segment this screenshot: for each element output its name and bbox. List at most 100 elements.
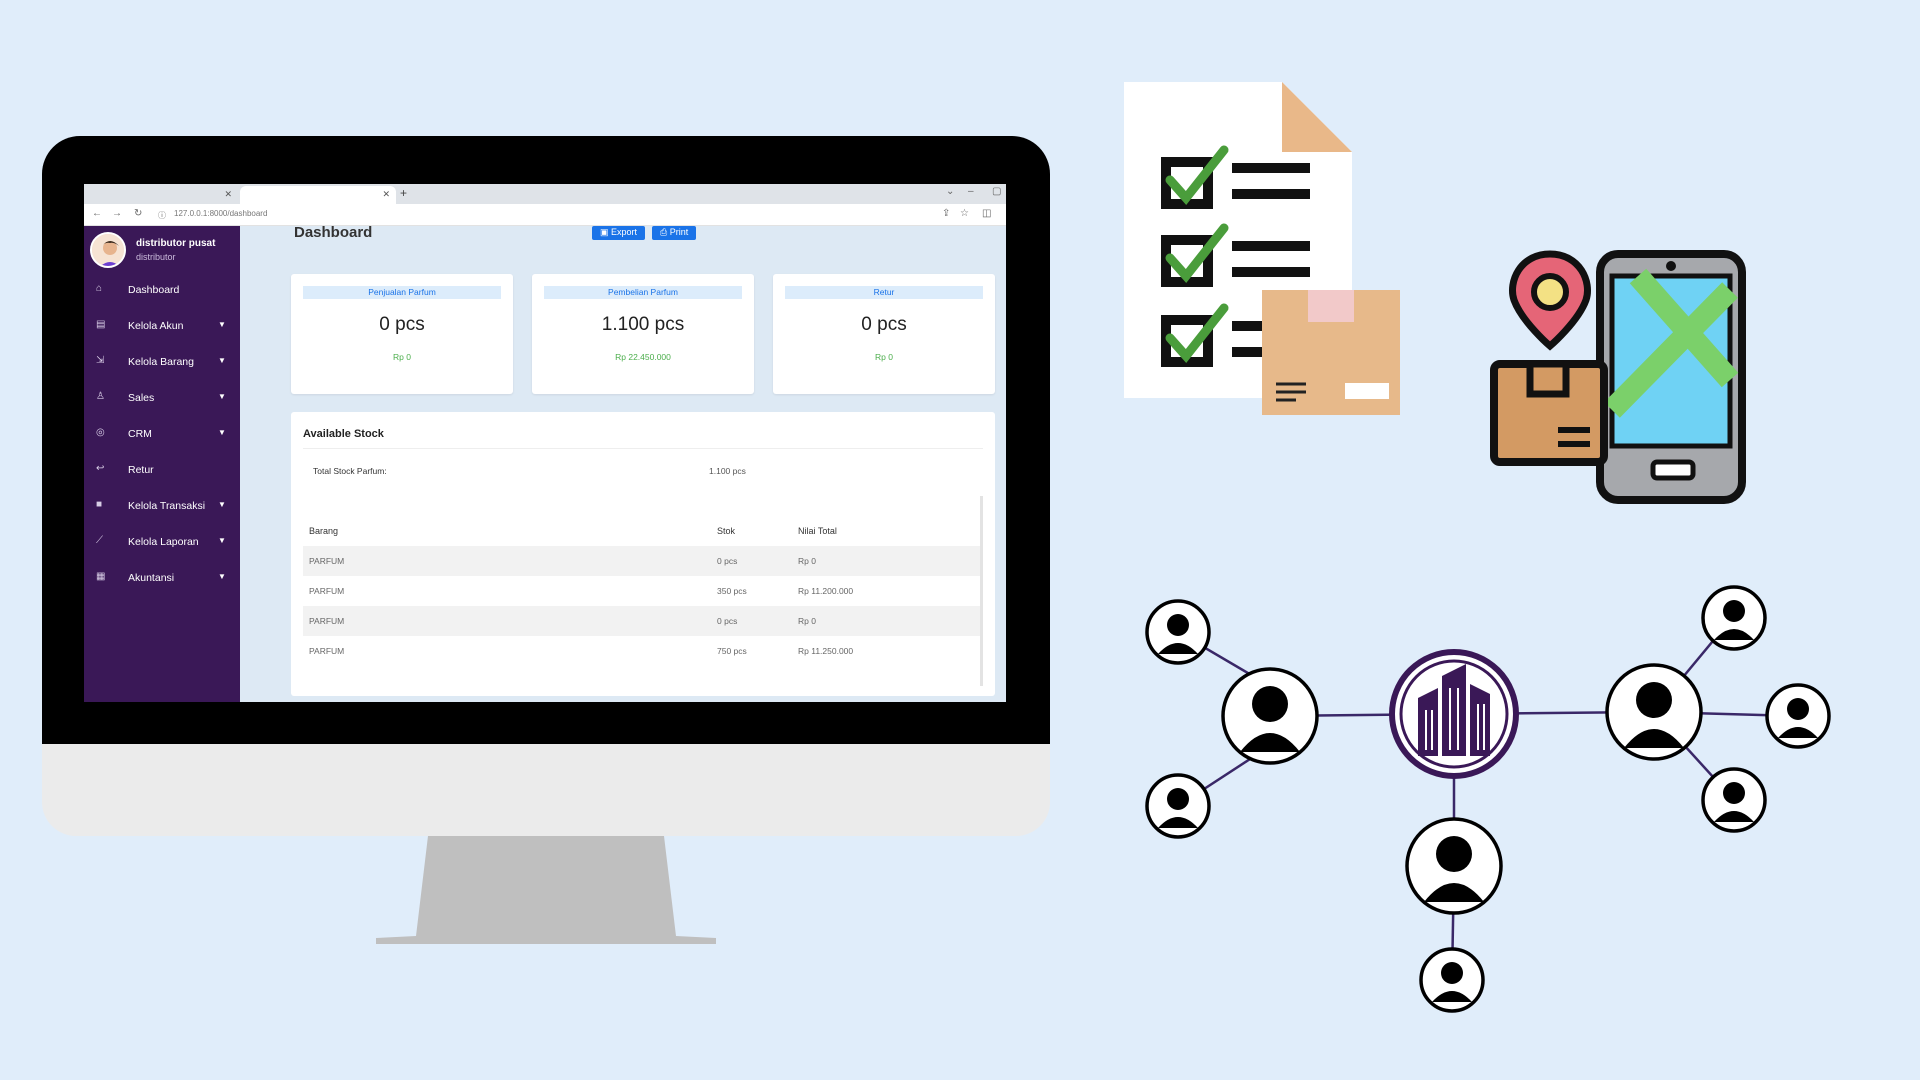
stat-card-header: Retur <box>785 286 983 299</box>
cell-item: PARFUM <box>309 646 345 656</box>
forward-icon[interactable]: → <box>112 208 122 219</box>
stat-card-header: Penjualan Parfum <box>303 286 501 299</box>
sidebar-item-kelola-akun[interactable]: ▤ Kelola Akun ▼ <box>84 314 240 338</box>
cell-item: PARFUM <box>309 556 345 566</box>
page-title: Dashboard <box>294 224 373 241</box>
sidebar-item-kelola-transaksi[interactable]: ■ Kelola Transaksi ▼ <box>84 494 240 518</box>
share-icon[interactable]: ⇪ <box>942 208 950 219</box>
divider <box>303 448 983 449</box>
cell-total: Rp 0 <box>798 556 816 566</box>
account-icon: ▤ <box>96 319 106 330</box>
sidebar-item-sales[interactable]: ♙ Sales ▼ <box>84 386 240 410</box>
cell-stock: 350 pcs <box>717 586 747 596</box>
total-stock-value: 1.100 pcs <box>709 466 746 476</box>
close-tab-icon[interactable]: ✕ <box>382 189 390 200</box>
caret-down-icon: ▼ <box>218 320 226 329</box>
minimize-icon[interactable]: – <box>968 186 974 197</box>
company-building-icon <box>1389 649 1519 779</box>
return-icon: ↩ <box>96 463 105 474</box>
sidebar-item-label: Retur <box>128 464 154 476</box>
browser-tab-bar: ✕ ✕ + ⌄ – ▢ <box>84 184 1006 204</box>
delivery-tracking-phone-icon <box>1490 250 1746 504</box>
monitor: ✕ ✕ + ⌄ – ▢ ← → ↻ ⓘ 127.0.0.1:8000/dashb… <box>42 136 1050 836</box>
stat-card-penjualan: Penjualan Parfum 0 pcs Rp 0 <box>291 274 513 394</box>
checklist-document-icon <box>1124 82 1400 415</box>
avatar[interactable] <box>90 232 126 268</box>
column-header-barang[interactable]: Barang <box>309 526 338 536</box>
sidebar-item-label: Kelola Transaksi <box>128 500 206 512</box>
stock-table: Barang Stok Nilai Total PARFUM 0 pcs Rp … <box>303 496 983 686</box>
cell-stock: 750 pcs <box>717 646 747 656</box>
site-info-icon[interactable]: ⓘ <box>158 210 166 221</box>
table-row: PARFUM 350 pcs Rp 11.200.000 <box>303 576 980 606</box>
sidebar-item-label: Kelola Barang <box>128 356 194 368</box>
browser-tab[interactable]: ✕ <box>88 186 238 204</box>
column-header-nilai-total[interactable]: Nilai Total <box>798 526 837 536</box>
new-tab-icon[interactable]: + <box>400 186 407 200</box>
back-icon[interactable]: ← <box>92 208 102 219</box>
avatar-image <box>92 234 124 266</box>
cell-item: PARFUM <box>309 586 345 596</box>
sidepanel-icon[interactable]: ◫ <box>982 208 991 219</box>
sidebar-item-dashboard[interactable]: ⌂ Dashboard <box>84 278 240 302</box>
available-stock-card: Available Stock Total Stock Parfum: 1.10… <box>291 412 995 696</box>
url-input[interactable]: 127.0.0.1:8000/dashboard <box>174 209 267 218</box>
caret-down-icon: ▼ <box>218 500 226 509</box>
sidebar-item-label: Akuntansi <box>128 572 175 584</box>
sidebar-item-crm[interactable]: ◎ CRM ▼ <box>84 422 240 446</box>
caret-down-icon: ▼ <box>218 356 226 365</box>
column-header-stok[interactable]: Stok <box>717 526 735 536</box>
export-icon: ▣ <box>600 227 612 237</box>
stat-card-header: Pembelian Parfum <box>544 286 742 299</box>
caret-down-icon: ▼ <box>218 572 226 581</box>
bookmark-star-icon[interactable]: ☆ <box>960 208 969 219</box>
table-row: PARFUM 0 pcs Rp 0 <box>303 546 980 576</box>
stat-card-value: 1.100 pcs <box>601 314 685 335</box>
close-tab-icon[interactable]: ✕ <box>224 189 232 200</box>
cell-total: Rp 0 <box>798 616 816 626</box>
chevron-down-icon[interactable]: ⌄ <box>946 186 954 197</box>
monitor-screen: ✕ ✕ + ⌄ – ▢ ← → ↻ ⓘ 127.0.0.1:8000/dashb… <box>84 184 1006 702</box>
stat-card-amount: Rp 0 <box>393 352 411 362</box>
sidebar-item-retur[interactable]: ↩ Retur <box>84 458 240 482</box>
sidebar-item-label: CRM <box>128 428 152 440</box>
stat-card-pembelian: Pembelian Parfum 1.100 pcs Rp 22.450.000 <box>532 274 754 394</box>
monitor-chin <box>42 744 1050 836</box>
cell-total: Rp 11.200.000 <box>798 586 854 596</box>
stat-card-value: 0 pcs <box>379 314 425 335</box>
sidebar-item-label: Kelola Akun <box>128 320 184 332</box>
distribution-network-icon <box>1145 585 1831 1013</box>
sidebar-item-label: Dashboard <box>128 284 180 296</box>
user-name: distributor pusat <box>136 238 216 249</box>
sidebar: distributor pusat distributor ⌂ Dashboar… <box>84 226 240 702</box>
cell-total: Rp 11.250.000 <box>798 646 854 656</box>
maximize-icon[interactable]: ▢ <box>992 186 1001 197</box>
caret-down-icon: ▼ <box>218 392 226 401</box>
cell-stock: 0 pcs <box>717 556 738 566</box>
browser-address-bar: ← → ↻ ⓘ 127.0.0.1:8000/dashboard ⇪ ☆ ◫ <box>84 204 1006 226</box>
print-icon: ⎙ <box>660 227 670 237</box>
reload-icon[interactable]: ↻ <box>134 208 142 219</box>
print-button[interactable]: ⎙ Print <box>652 226 697 240</box>
sidebar-item-label: Sales <box>128 392 155 404</box>
home-icon: ⌂ <box>96 283 103 294</box>
stock-card-title: Available Stock <box>303 428 384 440</box>
sidebar-item-kelola-barang[interactable]: ⇲ Kelola Barang ▼ <box>84 350 240 374</box>
export-button[interactable]: ▣ Export <box>592 226 646 240</box>
monitor-stand <box>376 836 716 944</box>
cell-stock: 0 pcs <box>717 616 738 626</box>
sidebar-item-kelola-laporan[interactable]: ⟋ Kelola Laporan ▼ <box>84 530 240 554</box>
cell-item: PARFUM <box>309 616 345 626</box>
person-icon: ♙ <box>96 391 105 402</box>
table-row: PARFUM 0 pcs Rp 0 <box>303 606 980 636</box>
sidebar-item-akuntansi[interactable]: ▦ Akuntansi ▼ <box>84 566 240 590</box>
stat-card-retur: Retur 0 pcs Rp 0 <box>773 274 995 394</box>
browser-tab-active[interactable]: ✕ <box>240 186 396 204</box>
stat-card-amount: Rp 0 <box>875 352 893 362</box>
user-role: distributor <box>136 252 176 262</box>
total-stock-label: Total Stock Parfum: <box>313 466 387 476</box>
sidebar-item-label: Kelola Laporan <box>128 536 199 548</box>
box-icon: ⇲ <box>96 355 105 366</box>
caret-down-icon: ▼ <box>218 536 226 545</box>
table-row: PARFUM 750 pcs Rp 11.250.000 <box>303 636 980 666</box>
